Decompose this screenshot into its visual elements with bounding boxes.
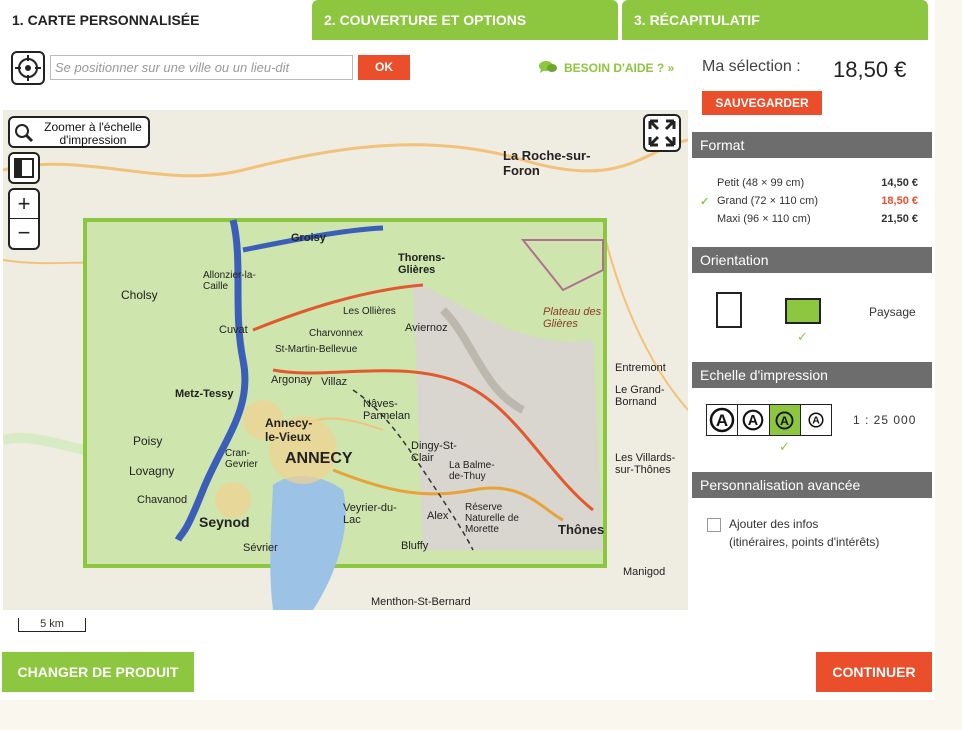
scale-a-icon: A [808, 412, 824, 428]
place-grand-bornand: Le Grand-Bornand [615, 384, 665, 408]
add-info-checkbox[interactable] [707, 518, 721, 532]
place-annecy: ANNECY [285, 450, 353, 467]
print-scale-option-2[interactable]: A [738, 405, 770, 435]
chat-bubbles-icon [539, 61, 557, 73]
save-button[interactable]: SAUVEGARDER [702, 91, 822, 115]
add-info-sublabel: (itinéraires, points d'intérêts) [729, 535, 880, 549]
place-roche-sur-foron: La Roche-sur-Foron [503, 148, 591, 178]
scale-a-icon: A [775, 411, 794, 429]
place-villards-thones: Les Villards-sur-Thônes [615, 452, 676, 476]
continue-button[interactable]: CONTINUER [816, 652, 932, 692]
place-thones: Thônes [558, 522, 605, 537]
place-aviernoz: Aviernoz [405, 322, 448, 334]
orientation-portrait-option[interactable] [716, 292, 742, 328]
place-naves: Nâves-Parmelan [363, 398, 411, 422]
print-scale-header: Echelle d'impression [692, 362, 932, 388]
place-seynod: Seynod [199, 514, 250, 530]
crosshair-icon [15, 55, 41, 81]
map-place-labels: ANNECY Annecy-le-Vieux Seynod Thônes Tho… [3, 110, 688, 610]
selection-label: Ma sélection : [702, 58, 801, 75]
print-scale-option-1[interactable]: A [707, 405, 739, 435]
place-villaz: Villaz [321, 376, 348, 388]
print-scale-ratio: 1 : 25 000 [853, 413, 917, 427]
scale-a-icon: A [743, 409, 764, 431]
print-scale-option-4[interactable]: A [801, 405, 831, 435]
format-option-label: Petit (48 × 99 cm) [717, 177, 805, 189]
place-menthon: Menthon-St-Bernard [371, 596, 471, 608]
place-lovagny: Lovagny [129, 464, 175, 478]
place-veyrier: Veyrier-du-Lac [343, 502, 397, 526]
checkmark-icon: ✓ [797, 329, 808, 344]
place-morette: Réserve Naturelle de Morette [465, 502, 519, 535]
place-thorens: Thorens-Glières [398, 252, 446, 276]
orientation-selected-label: Paysage [869, 305, 916, 319]
checkmark-icon: ✓ [779, 439, 790, 454]
help-link[interactable]: BESOIN D'AIDE ? » [538, 60, 674, 75]
print-scale-option-3[interactable]: A [769, 405, 801, 435]
place-allonzier: Allonzier-la-Caille [203, 270, 256, 292]
place-groisy: Groisy [291, 232, 326, 244]
place-sevrier: Sévrier [243, 542, 278, 554]
svg-text:A: A [780, 413, 789, 427]
place-st-martin: St-Martin-Bellevue [275, 344, 358, 355]
page: 1. CARTE PERSONNALISÉE 2. COUVERTURE ET … [0, 0, 935, 700]
place-manigod: Manigod [623, 566, 666, 578]
checkmark-icon: ✓ [700, 196, 710, 208]
format-option-price: 21,50 € [881, 213, 918, 225]
place-balme-thuy: La Balme-de-Thuy [449, 460, 495, 482]
svg-text:A: A [812, 416, 820, 427]
orientation-header: Orientation [692, 247, 932, 273]
format-option-label: Maxi (96 × 110 cm) [717, 213, 811, 225]
place-poisy: Poisy [133, 434, 163, 448]
place-argonay: Argonay [271, 374, 312, 386]
tab-recapitulatif[interactable]: 3. RÉCAPITULATIF [622, 0, 928, 40]
format-header: Format [692, 132, 932, 158]
locate-button[interactable] [11, 51, 45, 85]
print-scale-options: A A A A [706, 404, 832, 436]
selection-price: 18,50 € [833, 57, 907, 82]
place-cuvat: Cuvat [219, 324, 248, 336]
search-input[interactable] [50, 55, 353, 80]
svg-text:A: A [716, 411, 728, 430]
tab-carte-personnalisee[interactable]: 1. CARTE PERSONNALISÉE [0, 0, 310, 40]
help-label: BESOIN D'AIDE ? » [564, 61, 675, 75]
tab-couverture-options[interactable]: 2. COUVERTURE ET OPTIONS [312, 0, 618, 40]
place-chavanod: Chavanod [137, 494, 188, 506]
place-charvonnex: Charvonnex [309, 328, 363, 339]
place-cran-gevrier: Cran-Gevrier [225, 448, 258, 470]
format-option-label: Grand (72 × 110 cm) [717, 195, 818, 207]
format-option-price: 14,50 € [881, 177, 918, 189]
place-metz-tessy: Metz-Tessy [175, 388, 234, 400]
place-ollieres: Les Ollières [343, 306, 396, 317]
place-bluffy: Bluffy [401, 540, 429, 552]
format-option-price: 18,50 € [881, 195, 918, 207]
map-scale-bar: 5 km [18, 618, 86, 632]
place-cholsy: Cholsy [121, 288, 158, 302]
scale-a-icon: A [709, 407, 735, 433]
orientation-landscape-option[interactable] [785, 298, 821, 324]
place-alex: Alex [427, 510, 449, 522]
svg-text:A: A [748, 413, 758, 429]
place-entremont: Entremont [615, 362, 666, 374]
advanced-header: Personnalisation avancée [692, 472, 932, 498]
add-info-label: Ajouter des infos [729, 517, 819, 531]
place-plateau-glieres: Plateau des Glières [543, 306, 602, 330]
search-ok-button[interactable]: OK [358, 55, 410, 80]
map-viewport[interactable]: Zoomer à l'échelle d'impression + − ANNE… [3, 110, 688, 610]
change-product-button[interactable]: CHANGER DE PRODUIT [2, 652, 194, 692]
place-annecy-le-vieux: Annecy-le-Vieux [265, 416, 313, 444]
